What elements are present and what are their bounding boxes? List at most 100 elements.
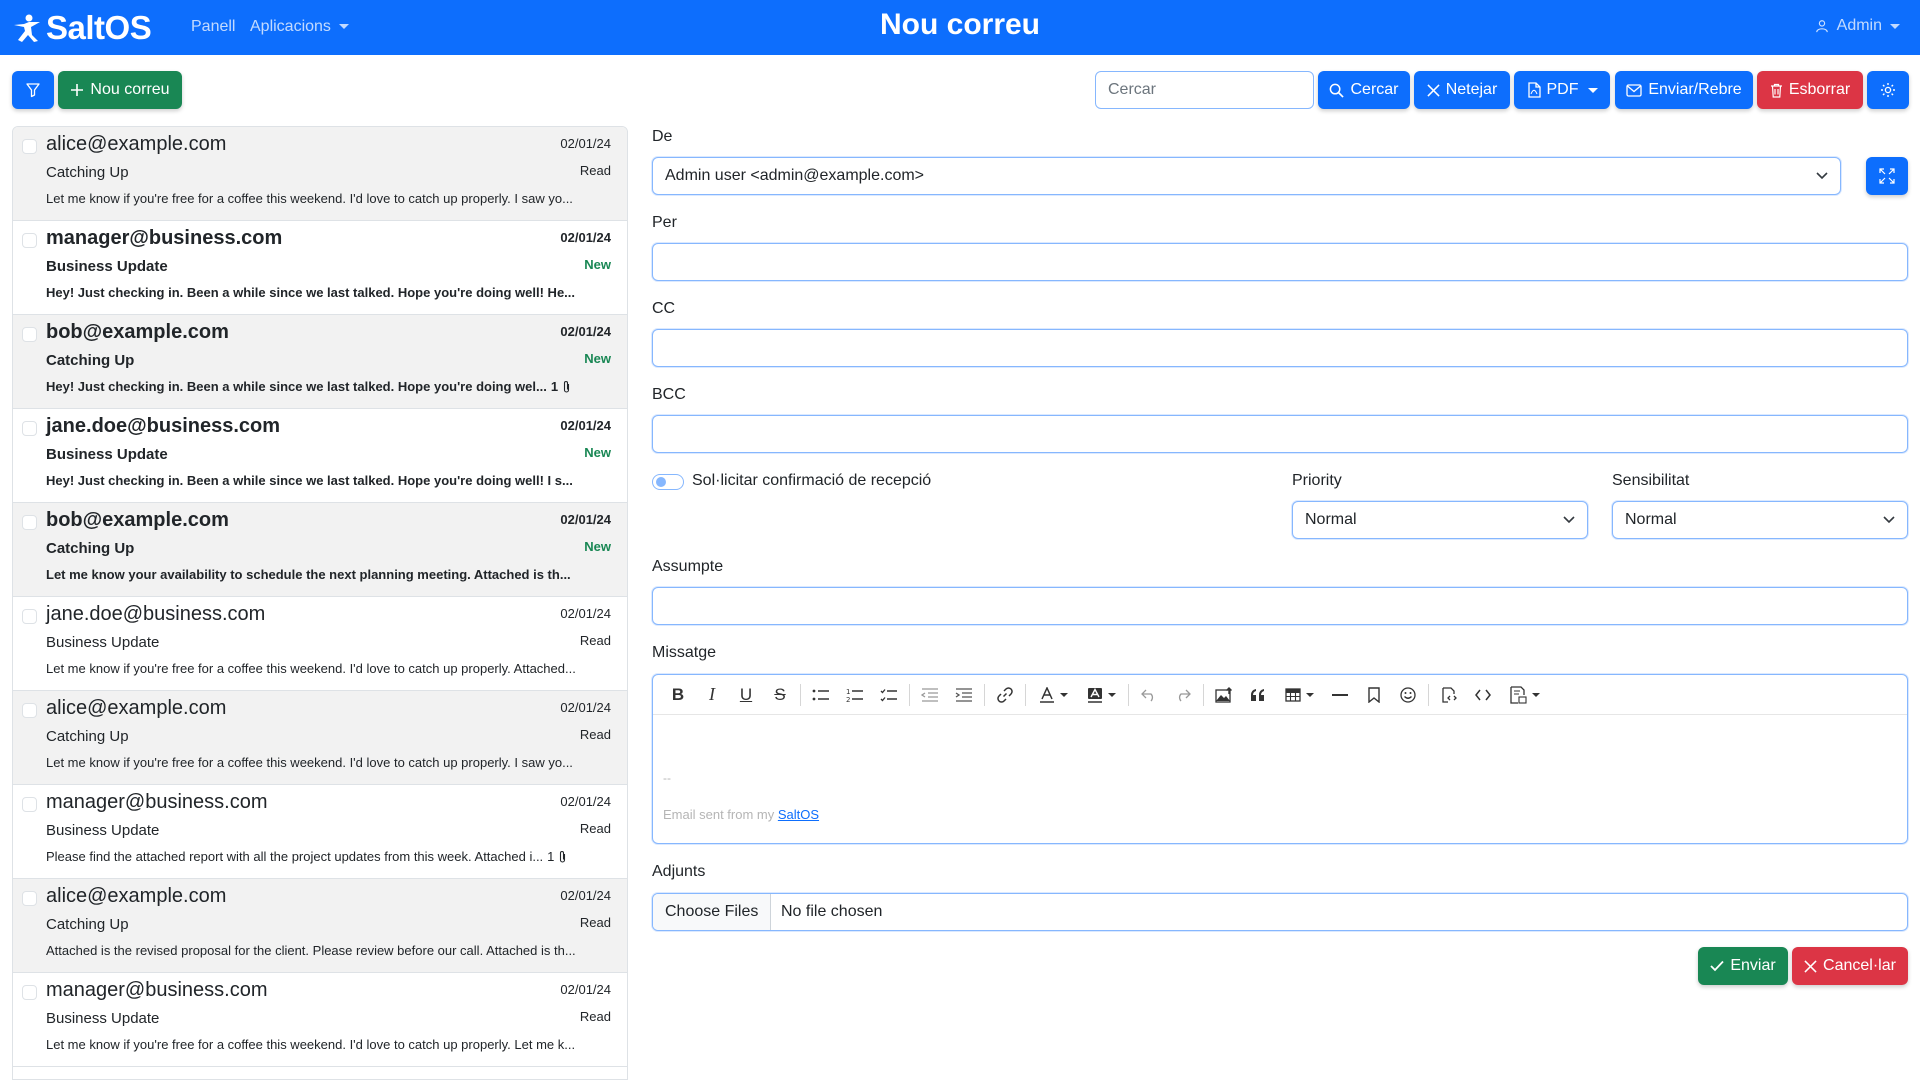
message-editor[interactable]: B I U S 12 -- Email sent from my SaltOS	[652, 674, 1908, 844]
gear-icon	[1881, 83, 1895, 97]
toolbar-divider	[1025, 683, 1026, 706]
pdf-dropdown-button[interactable]: PDF	[1514, 71, 1610, 109]
cancel-button[interactable]: Cancel·lar	[1792, 947, 1908, 985]
from-select[interactable]: Admin user <admin@example.com>	[652, 157, 1841, 195]
source-editing-button[interactable]	[1432, 680, 1466, 710]
mail-status-badge: Read	[579, 163, 611, 178]
mail-checkbox[interactable]	[22, 233, 37, 248]
sensitivity-select[interactable]: Normal	[1612, 501, 1908, 539]
link-button[interactable]	[988, 680, 1022, 710]
mail-checkbox[interactable]	[22, 421, 37, 436]
attachment-count: 1	[547, 849, 555, 864]
priority-select[interactable]: Normal	[1292, 501, 1588, 539]
mail-checkbox[interactable]	[22, 797, 37, 812]
strikethrough-button[interactable]: S	[763, 680, 797, 710]
receipt-toggle[interactable]	[652, 474, 684, 490]
insert-table-button[interactable]	[1275, 680, 1323, 710]
fullscreen-button[interactable]	[1866, 157, 1908, 195]
mail-preview-text: Let me know if you're free for a coffee …	[46, 1037, 576, 1052]
bold-button[interactable]: B	[661, 680, 695, 710]
mail-checkbox[interactable]	[22, 139, 37, 154]
search-button[interactable]: Cercar	[1318, 71, 1410, 109]
mail-checkbox[interactable]	[22, 515, 37, 530]
subject-field[interactable]	[652, 587, 1908, 625]
mail-date: 02/01/24	[560, 324, 611, 339]
send-button[interactable]: Enviar	[1698, 947, 1788, 985]
redo-icon	[1178, 689, 1191, 701]
clear-button[interactable]: Netejar	[1414, 71, 1510, 109]
indent-button[interactable]	[947, 680, 981, 710]
bookmark-button[interactable]	[1357, 680, 1391, 710]
plus-icon	[71, 84, 84, 96]
mail-sender: manager@business.com	[46, 979, 268, 1001]
insert-image-button[interactable]	[1207, 680, 1241, 710]
mail-preview: Hey! Just checking in. Been a while sinc…	[46, 379, 611, 394]
emoji-button[interactable]	[1391, 680, 1425, 710]
brand-logo[interactable]: SaltOS	[12, 8, 152, 48]
redo-button[interactable]	[1166, 680, 1200, 710]
nav-dropdown-apps[interactable]: Aplicacions	[250, 18, 349, 36]
font-color-button[interactable]	[1029, 680, 1077, 710]
todo-list-button[interactable]	[872, 680, 906, 710]
chevron-down-icon	[1587, 87, 1598, 93]
horizontal-line-button[interactable]	[1323, 680, 1357, 710]
insert-template-button[interactable]	[1500, 680, 1548, 710]
mail-list-item[interactable]: alice@example.com 02/01/24 Catching Up Read…	[13, 127, 627, 221]
mail-date: 02/01/24	[560, 700, 611, 715]
mail-checkbox[interactable]	[22, 609, 37, 624]
mail-list-item[interactable]: bob@example.com 02/01/24 Catching Up New Let…	[13, 503, 627, 597]
mail-checkbox[interactable]	[22, 891, 37, 906]
mail-date: 02/01/24	[560, 512, 611, 527]
bcc-field[interactable]	[652, 415, 1908, 453]
background-color-button[interactable]	[1077, 680, 1125, 710]
mail-list-item[interactable]: alice@example.com 02/01/24 Catching Up Read…	[13, 691, 627, 785]
mail-list-item[interactable]: bob@example.com 02/01/24 Catching Up New Hey…	[13, 315, 627, 409]
mail-preview-text: Hey! Just checking in. Been a while sinc…	[46, 285, 576, 300]
nav-link-panel[interactable]: Panell	[191, 18, 235, 36]
bullet-list-button[interactable]	[804, 680, 838, 710]
chevron-down-icon	[1305, 692, 1314, 697]
image-upload-icon	[1215, 686, 1232, 703]
mail-list-item[interactable]: manager@business.com 02/01/24 Business Upd…	[13, 785, 627, 879]
mail-preview-text: Hey! Just checking in. Been a while sinc…	[46, 379, 547, 394]
blockquote-button[interactable]	[1241, 680, 1275, 710]
mail-checkbox[interactable]	[22, 985, 37, 1000]
mail-subject: Catching Up	[46, 352, 135, 369]
filter-button[interactable]	[12, 71, 54, 109]
mail-list-item[interactable]: jane.doe@business.com 02/01/24 Business Up…	[13, 597, 627, 691]
mail-checkbox[interactable]	[22, 327, 37, 342]
send-receive-button[interactable]: Enviar/Rebre	[1615, 71, 1753, 109]
mail-subject: Catching Up	[46, 728, 129, 745]
settings-button[interactable]	[1867, 71, 1909, 109]
italic-button[interactable]: I	[695, 680, 729, 710]
mail-preview: Let me know if you're free for a coffee …	[46, 661, 611, 676]
mail-list-item[interactable]: alice@example.com 02/01/24 Catching Up Read…	[13, 879, 627, 973]
user-menu[interactable]: Admin	[1815, 17, 1900, 35]
mail-list-item[interactable]: manager@business.com 02/01/24 Business Upd…	[13, 221, 627, 315]
undo-button[interactable]	[1132, 680, 1166, 710]
outdent-button[interactable]	[913, 680, 947, 710]
mail-subject: Catching Up	[46, 916, 129, 933]
mail-list-item[interactable]: manager@business.com 02/01/24 Business Upd…	[13, 973, 627, 1067]
code-button[interactable]	[1466, 680, 1500, 710]
delete-button[interactable]: Esborrar	[1757, 71, 1863, 109]
new-mail-button[interactable]: Nou correu	[58, 71, 182, 109]
toggle-knob	[656, 477, 666, 487]
mail-date: 02/01/24	[560, 982, 611, 997]
mail-preview-text: Let me know your availability to schedul…	[46, 567, 571, 582]
underline-button[interactable]: U	[729, 680, 763, 710]
mail-status-badge: New	[584, 445, 611, 460]
link-icon	[997, 686, 1013, 703]
mail-list-item[interactable]: jane.doe@business.com 02/01/24 Business Up…	[13, 409, 627, 503]
trash-icon	[1770, 83, 1782, 98]
attachments-input[interactable]: Choose Files No file chosen	[652, 893, 1908, 931]
cc-field[interactable]	[652, 329, 1908, 367]
numbered-list-button[interactable]: 12	[838, 680, 872, 710]
signature-text: Email sent from my	[663, 807, 778, 822]
mail-checkbox[interactable]	[22, 703, 37, 718]
signature-link[interactable]: SaltOS	[778, 807, 819, 822]
choose-files-button[interactable]: Choose Files	[653, 894, 772, 930]
search-input[interactable]	[1095, 71, 1314, 109]
to-field[interactable]	[652, 243, 1908, 281]
mail-sender: alice@example.com	[46, 133, 227, 155]
